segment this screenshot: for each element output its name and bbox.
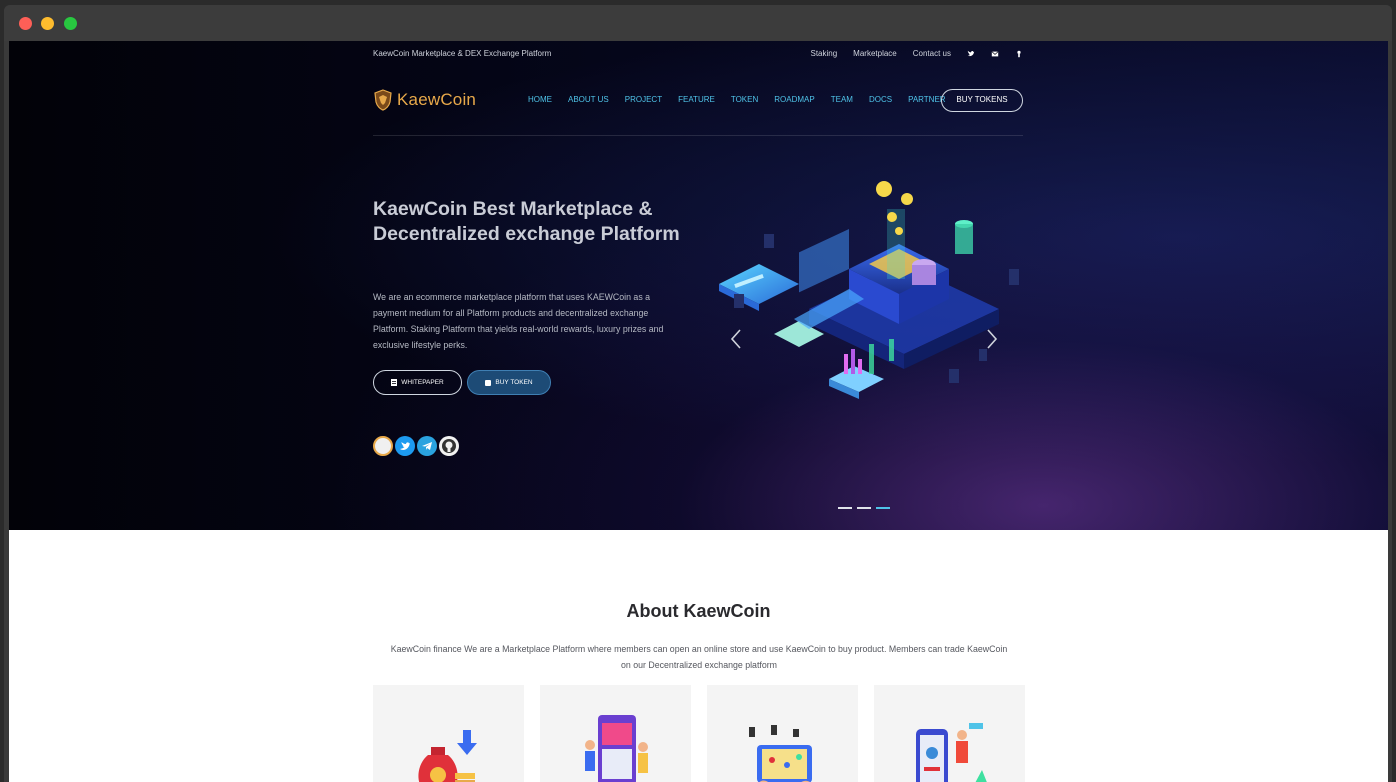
about-description: KaewCoin finance We are a Marketplace Pl… bbox=[390, 644, 1008, 670]
shield-logo-icon bbox=[374, 89, 392, 111]
hero-description: We are an ecommerce marketplace platform… bbox=[373, 292, 664, 350]
staking-link[interactable]: Staking bbox=[810, 49, 837, 58]
carousel-next-arrow[interactable] bbox=[985, 328, 999, 356]
browser-window: KaewCoin Marketplace & DEX Exchange Plat… bbox=[4, 5, 1392, 782]
money-bag-icon bbox=[418, 730, 477, 782]
carousel-prev-arrow[interactable] bbox=[729, 328, 743, 356]
main-navbar: KaewCoin HOME ABOUT US PROJECT FEATURE T… bbox=[373, 87, 1023, 115]
nav-menu: HOME ABOUT US PROJECT FEATURE TOKEN ROAD… bbox=[528, 95, 946, 104]
brand-name: KaewCoin bbox=[397, 90, 477, 109]
coinmarket-icon[interactable] bbox=[373, 436, 393, 456]
buy-token-button[interactable]: BUY TOKEN bbox=[467, 370, 551, 395]
buy-token-label: BUY TOKEN bbox=[495, 379, 533, 386]
nav-item-feature[interactable]: FEATURE bbox=[678, 95, 715, 104]
whitepaper-button[interactable]: WHITEPAPER bbox=[373, 370, 462, 395]
nav-item-project[interactable]: PROJECT bbox=[625, 95, 662, 104]
site-tagline: KaewCoin Marketplace & DEX Exchange Plat… bbox=[373, 49, 552, 58]
carousel-dot[interactable] bbox=[857, 507, 871, 509]
contact-link[interactable]: Contact us bbox=[913, 49, 951, 58]
nav-item-partner[interactable]: PARTNER bbox=[908, 95, 946, 104]
site-logo[interactable]: KaewCoin bbox=[373, 89, 476, 111]
document-icon bbox=[391, 379, 398, 386]
online-store-icon bbox=[585, 715, 648, 782]
user-icon[interactable] bbox=[1015, 50, 1023, 58]
feature-card bbox=[874, 685, 1025, 782]
nav-item-roadmap[interactable]: ROADMAP bbox=[774, 95, 814, 104]
minimize-window-button[interactable] bbox=[41, 17, 54, 30]
carousel-dot[interactable] bbox=[838, 507, 852, 509]
ecommerce-tablet-icon bbox=[749, 725, 812, 782]
title-bar bbox=[4, 5, 1392, 41]
carousel-dot-active[interactable] bbox=[876, 507, 890, 509]
top-links: Staking Marketplace Contact us bbox=[810, 49, 1023, 58]
social-links bbox=[373, 436, 459, 456]
close-window-button[interactable] bbox=[19, 17, 32, 30]
nav-item-token[interactable]: TOKEN bbox=[731, 95, 758, 104]
marketplace-link[interactable]: Marketplace bbox=[853, 49, 897, 58]
about-title: About KaewCoin bbox=[626, 601, 771, 621]
whitepaper-label: WHITEPAPER bbox=[401, 379, 444, 386]
twitter-icon[interactable] bbox=[967, 50, 975, 58]
carousel-indicators bbox=[838, 507, 890, 509]
feature-card bbox=[540, 685, 691, 782]
page-viewport: KaewCoin Marketplace & DEX Exchange Plat… bbox=[9, 41, 1388, 782]
buy-tokens-button[interactable]: BUY TOKENS bbox=[941, 89, 1023, 112]
nav-item-docs[interactable]: DOCS bbox=[869, 95, 892, 104]
hero-title: KaewCoin Best Marketplace & Decentralize… bbox=[373, 198, 680, 245]
feature-card bbox=[707, 685, 858, 782]
feature-card bbox=[373, 685, 524, 782]
hero-section: KaewCoin Marketplace & DEX Exchange Plat… bbox=[9, 41, 1388, 530]
nav-item-about[interactable]: ABOUT US bbox=[568, 95, 609, 104]
github-icon[interactable] bbox=[439, 436, 459, 456]
maximize-window-button[interactable] bbox=[64, 17, 77, 30]
blockchain-isometric-illustration bbox=[719, 181, 1019, 399]
telegram-icon[interactable] bbox=[417, 436, 437, 456]
top-bar: KaewCoin Marketplace & DEX Exchange Plat… bbox=[373, 49, 1023, 63]
mobile-wallet-icon bbox=[916, 723, 987, 782]
twitter-social-icon[interactable] bbox=[395, 436, 415, 456]
nav-divider bbox=[373, 135, 1023, 136]
nav-item-home[interactable]: HOME bbox=[528, 95, 552, 104]
wallet-icon bbox=[485, 379, 492, 386]
email-icon[interactable] bbox=[991, 50, 999, 58]
nav-item-team[interactable]: TEAM bbox=[831, 95, 853, 104]
